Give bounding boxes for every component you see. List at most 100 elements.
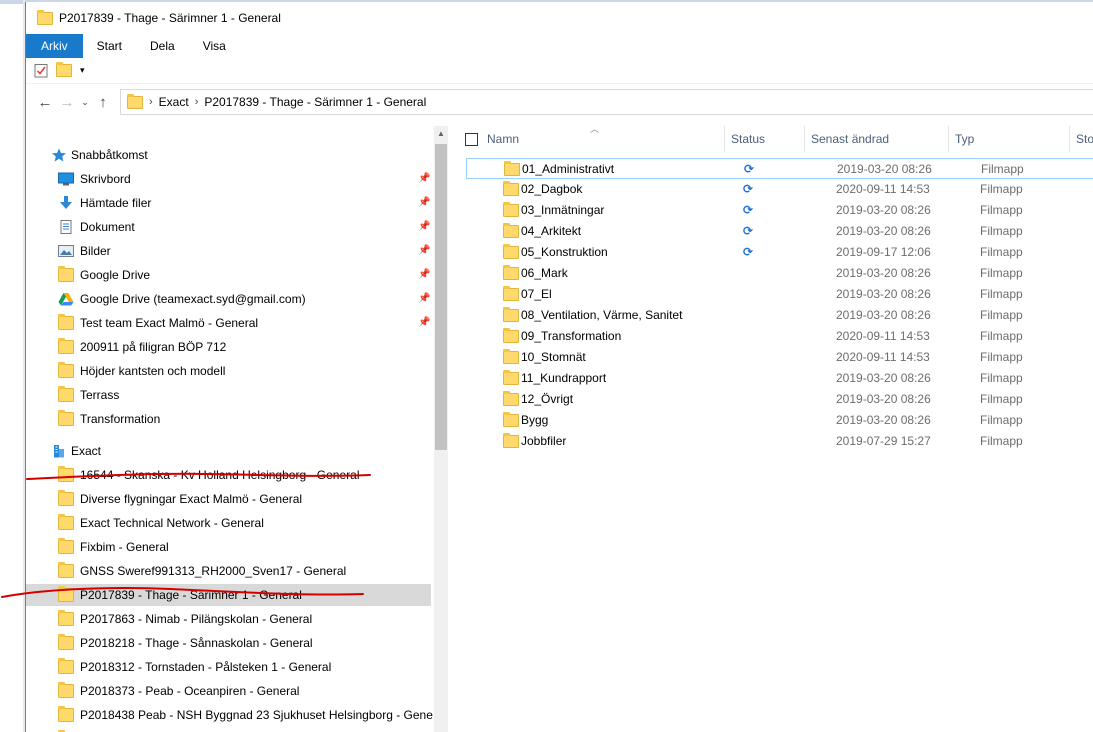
up-button[interactable]: ↑ — [92, 91, 114, 113]
navigation-pane: Snabbåtkomst Skrivbord 📌 Hämtade filer 📌… — [26, 126, 433, 732]
file-row[interactable]: Jobbfiler 2019-07-29 15:27 Filmapp — [466, 431, 1093, 452]
pin-icon[interactable]: 📌 — [418, 197, 430, 208]
nav-item-partial[interactable] — [26, 728, 431, 732]
column-header-modified[interactable]: Senast ändrad — [811, 120, 889, 158]
forward-button[interactable]: → — [56, 91, 78, 113]
nav-item-terrass[interactable]: Terrass — [26, 384, 431, 406]
nav-item-hojder[interactable]: Höjder kantsten och modell — [26, 360, 431, 382]
pin-icon[interactable]: 📌 — [418, 173, 430, 184]
file-name: 08_Ventilation, Värme, Sanitet — [521, 308, 683, 322]
file-modified: 2019-03-20 08:26 — [836, 287, 931, 301]
properties-icon[interactable] — [34, 63, 48, 78]
folder-icon — [503, 433, 519, 448]
column-divider[interactable] — [948, 126, 949, 152]
file-name: 02_Dagbok — [521, 182, 583, 196]
file-row[interactable]: 04_Arkitekt ⟳ 2019-03-20 08:26 Filmapp — [466, 221, 1093, 242]
recent-locations-button[interactable]: ⌄ — [78, 91, 92, 113]
breadcrumb-separator[interactable]: › — [195, 96, 199, 108]
file-row[interactable]: 08_Ventilation, Värme, Sanitet 2019-03-2… — [466, 305, 1093, 326]
file-type: Filmapp — [981, 162, 1024, 176]
back-button[interactable]: ← — [34, 91, 56, 113]
tab-dela[interactable]: Dela — [136, 34, 189, 58]
column-divider[interactable] — [724, 126, 725, 152]
nav-item-label: Skrivbord — [80, 172, 131, 186]
file-row[interactable]: 05_Konstruktion ⟳ 2019-09-17 12:06 Filma… — [466, 242, 1093, 263]
tab-arkiv[interactable]: Arkiv — [26, 34, 83, 58]
nav-item-google-drive-account[interactable]: Google Drive (teamexact.syd@gmail.com) 📌 — [26, 288, 431, 310]
column-header-type[interactable]: Typ — [955, 120, 974, 158]
nav-item-p2018373[interactable]: P2018373 - Peab - Oceanpiren - General — [26, 680, 431, 702]
pin-icon[interactable]: 📌 — [418, 317, 430, 328]
breadcrumb-current-folder[interactable]: P2017839 - Thage - Särimner 1 - General — [204, 95, 426, 109]
file-row[interactable]: 11_Kundrapport 2019-03-20 08:26 Filmapp — [466, 368, 1093, 389]
nav-item-pictures[interactable]: Bilder 📌 — [26, 240, 431, 262]
nav-item-google-drive[interactable]: Google Drive 📌 — [26, 264, 431, 286]
file-type: Filmapp — [980, 266, 1023, 280]
file-row[interactable]: 12_Övrigt 2019-03-20 08:26 Filmapp — [466, 389, 1093, 410]
nav-item-p2018218[interactable]: P2018218 - Thage - Sånnaskolan - General — [26, 632, 431, 654]
file-type: Filmapp — [980, 392, 1023, 406]
nav-item-16544[interactable]: 16544 - Skanska - Kv Holland Helsingborg… — [26, 464, 431, 486]
nav-item-p2017839[interactable]: P2017839 - Thage - Särimner 1 - General — [26, 584, 431, 606]
address-bar[interactable]: › Exact › P2017839 - Thage - Särimner 1 … — [120, 89, 1093, 115]
navigation-scrollbar[interactable]: ▲ — [434, 126, 448, 732]
nav-item-p2018438[interactable]: P2018438 Peab - NSH Byggnad 23 Sjukhuset… — [26, 704, 433, 726]
nav-item-fixbim[interactable]: Fixbim - General — [26, 536, 431, 558]
folder-icon — [503, 286, 519, 301]
file-row[interactable]: 07_El 2019-03-20 08:26 Filmapp — [466, 284, 1093, 305]
pin-icon[interactable]: 📌 — [418, 221, 430, 232]
pin-icon[interactable]: 📌 — [418, 245, 430, 256]
nav-item-label: GNSS Sweref991313_RH2000_Sven17 - Genera… — [80, 564, 347, 578]
breadcrumb-separator[interactable]: › — [149, 96, 153, 108]
nav-item-documents[interactable]: Dokument 📌 — [26, 216, 431, 238]
title-bar[interactable]: P2017839 - Thage - Särimner 1 - General — [26, 2, 1093, 34]
tab-visa[interactable]: Visa — [189, 34, 240, 58]
file-row[interactable]: 06_Mark 2019-03-20 08:26 Filmapp — [466, 263, 1093, 284]
file-type: Filmapp — [980, 413, 1023, 427]
sort-ascending-icon: ︿ — [590, 124, 600, 134]
folder-icon — [58, 682, 74, 698]
file-modified: 2019-07-29 15:27 — [836, 434, 931, 448]
column-divider[interactable] — [804, 126, 805, 152]
column-divider[interactable] — [1069, 126, 1070, 152]
folder-icon — [58, 314, 74, 330]
address-folder-icon — [127, 93, 143, 109]
new-folder-icon[interactable] — [56, 62, 72, 77]
column-header-size[interactable]: Stor — [1076, 120, 1093, 158]
nav-item-label: P2018438 Peab - NSH Byggnad 23 Sjukhuset… — [80, 708, 433, 722]
nav-item-label: P2017839 - Thage - Särimner 1 - General — [80, 588, 302, 602]
column-header-name[interactable]: Namn — [487, 120, 519, 158]
file-row[interactable]: 10_Stomnät 2020-09-11 14:53 Filmapp — [466, 347, 1093, 368]
pin-icon[interactable]: 📌 — [418, 269, 430, 280]
nav-item-p2017863[interactable]: P2017863 - Nimab - Pilängskolan - Genera… — [26, 608, 431, 630]
nav-item-technical-network[interactable]: Exact Technical Network - General — [26, 512, 431, 534]
tab-start[interactable]: Start — [83, 34, 136, 58]
scroll-up-arrow-icon[interactable]: ▲ — [434, 126, 448, 142]
nav-item-test-team[interactable]: Test team Exact Malmö - General 📌 — [26, 312, 431, 334]
file-row[interactable]: 02_Dagbok ⟳ 2020-09-11 14:53 Filmapp — [466, 179, 1093, 200]
breadcrumb-exact[interactable]: Exact — [159, 95, 189, 109]
nav-item-filigran[interactable]: 200911 på filigran BÖP 712 — [26, 336, 431, 358]
column-header-status[interactable]: Status — [731, 120, 765, 158]
file-row[interactable]: 03_Inmätningar ⟳ 2019-03-20 08:26 Filmap… — [466, 200, 1093, 221]
pin-icon[interactable]: 📌 — [418, 293, 430, 304]
file-name: Bygg — [521, 413, 549, 427]
nav-item-downloads[interactable]: Hämtade filer 📌 — [26, 192, 431, 214]
scroll-thumb[interactable] — [435, 144, 447, 450]
nav-exact[interactable]: Exact — [26, 440, 431, 462]
nav-item-p2018312[interactable]: P2018312 - Tornstaden - Pålsteken 1 - Ge… — [26, 656, 431, 678]
sync-icon: ⟳ — [743, 245, 754, 259]
nav-item-desktop[interactable]: Skrivbord 📌 — [26, 168, 431, 190]
nav-item-gnss[interactable]: GNSS Sweref991313_RH2000_Sven17 - Genera… — [26, 560, 431, 582]
nav-item-label: P2017863 - Nimab - Pilängskolan - Genera… — [80, 612, 313, 626]
select-all-checkbox[interactable] — [465, 133, 478, 146]
nav-item-transformation[interactable]: Transformation — [26, 408, 431, 430]
nav-quick-access[interactable]: Snabbåtkomst — [26, 144, 431, 166]
file-row[interactable]: 09_Transformation 2020-09-11 14:53 Filma… — [466, 326, 1093, 347]
nav-item-label: 200911 på filigran BÖP 712 — [80, 340, 227, 354]
file-row[interactable]: Bygg 2019-03-20 08:26 Filmapp — [466, 410, 1093, 431]
file-row[interactable]: 01_Administrativt ⟳ 2019-03-20 08:26 Fil… — [466, 158, 1093, 179]
nav-item-diverse[interactable]: Diverse flygningar Exact Malmö - General — [26, 488, 431, 510]
nav-item-label: Hämtade filer — [80, 196, 152, 210]
customize-dropdown-icon[interactable]: ▾ — [80, 66, 85, 75]
